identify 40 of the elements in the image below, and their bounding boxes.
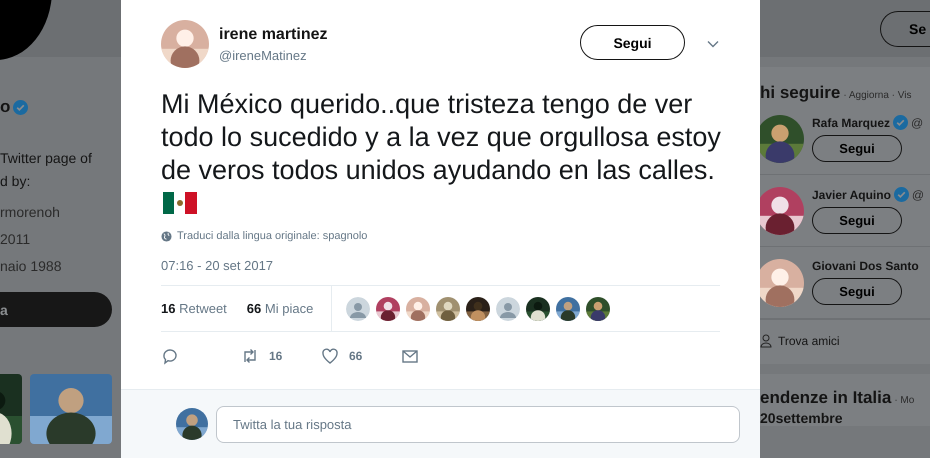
retweet-action-button[interactable]: 16 [241,347,321,365]
account-handle[interactable]: @ [911,116,924,130]
follow-button[interactable]: Se [880,10,930,46]
profile-detail: naio 1988 [0,257,63,276]
flag-icon [163,192,197,214]
account-name[interactable]: Rafa Marquez [812,116,890,130]
follow-button[interactable]: Segui [580,25,685,60]
translate-link[interactable]: Traduci dalla lingua originale: spagnolo [177,230,368,242]
stat-link[interactable]: 66 Mi piace [246,301,314,316]
find-friends-link[interactable]: Trova amici [778,334,840,348]
like-action-button[interactable]: 66 [321,347,401,365]
default-avatar-icon[interactable] [346,296,370,320]
reply-field[interactable]: Twitta la tua risposta [216,406,740,442]
panel-links[interactable]: · Aggiorna · Vis [843,90,912,101]
account-name[interactable]: Giovani Dos Santo [812,259,919,273]
profile-bio: d by: [0,172,32,191]
default-avatar-icon[interactable] [496,296,520,320]
tweet-timestamp: 07:16 - 20 set 2017 [161,258,274,273]
profile-detail: 2011 [0,230,32,249]
heart-icon [321,347,339,365]
profile-name: o [0,97,10,117]
follow-button[interactable]: Segui [812,278,902,305]
follow-button[interactable]: Segui [812,207,902,234]
trend-link[interactable]: 20settembre [760,410,930,426]
globe-icon [161,230,172,242]
account-name[interactable]: Javier Aquino [812,188,891,202]
panel-title: endenze in Italia [760,388,892,408]
follow-button[interactable]: Segui [812,135,902,162]
profile-bio: Twitter page of [0,149,93,168]
stat-link[interactable]: 16 Retweet [161,301,227,316]
account-handle[interactable]: @ [912,188,924,202]
person-icon [760,334,772,348]
reply-icon [161,347,179,365]
profile-button[interactable]: a [0,292,112,327]
author-name[interactable]: irene martinez [219,26,328,44]
tweet-text: Mi México querido..que tristeza tengo de ver todo lo sucedido y a la vez que orgullosa estoy de veros todos unidos ayudando en las calles. [161,89,721,185]
panel-title: hi seguire [760,83,840,103]
author-handle[interactable]: @ireneMatinez [219,48,328,62]
profile-detail: rmorenoh [0,203,61,222]
panel-links[interactable]: · Mo [894,395,914,406]
